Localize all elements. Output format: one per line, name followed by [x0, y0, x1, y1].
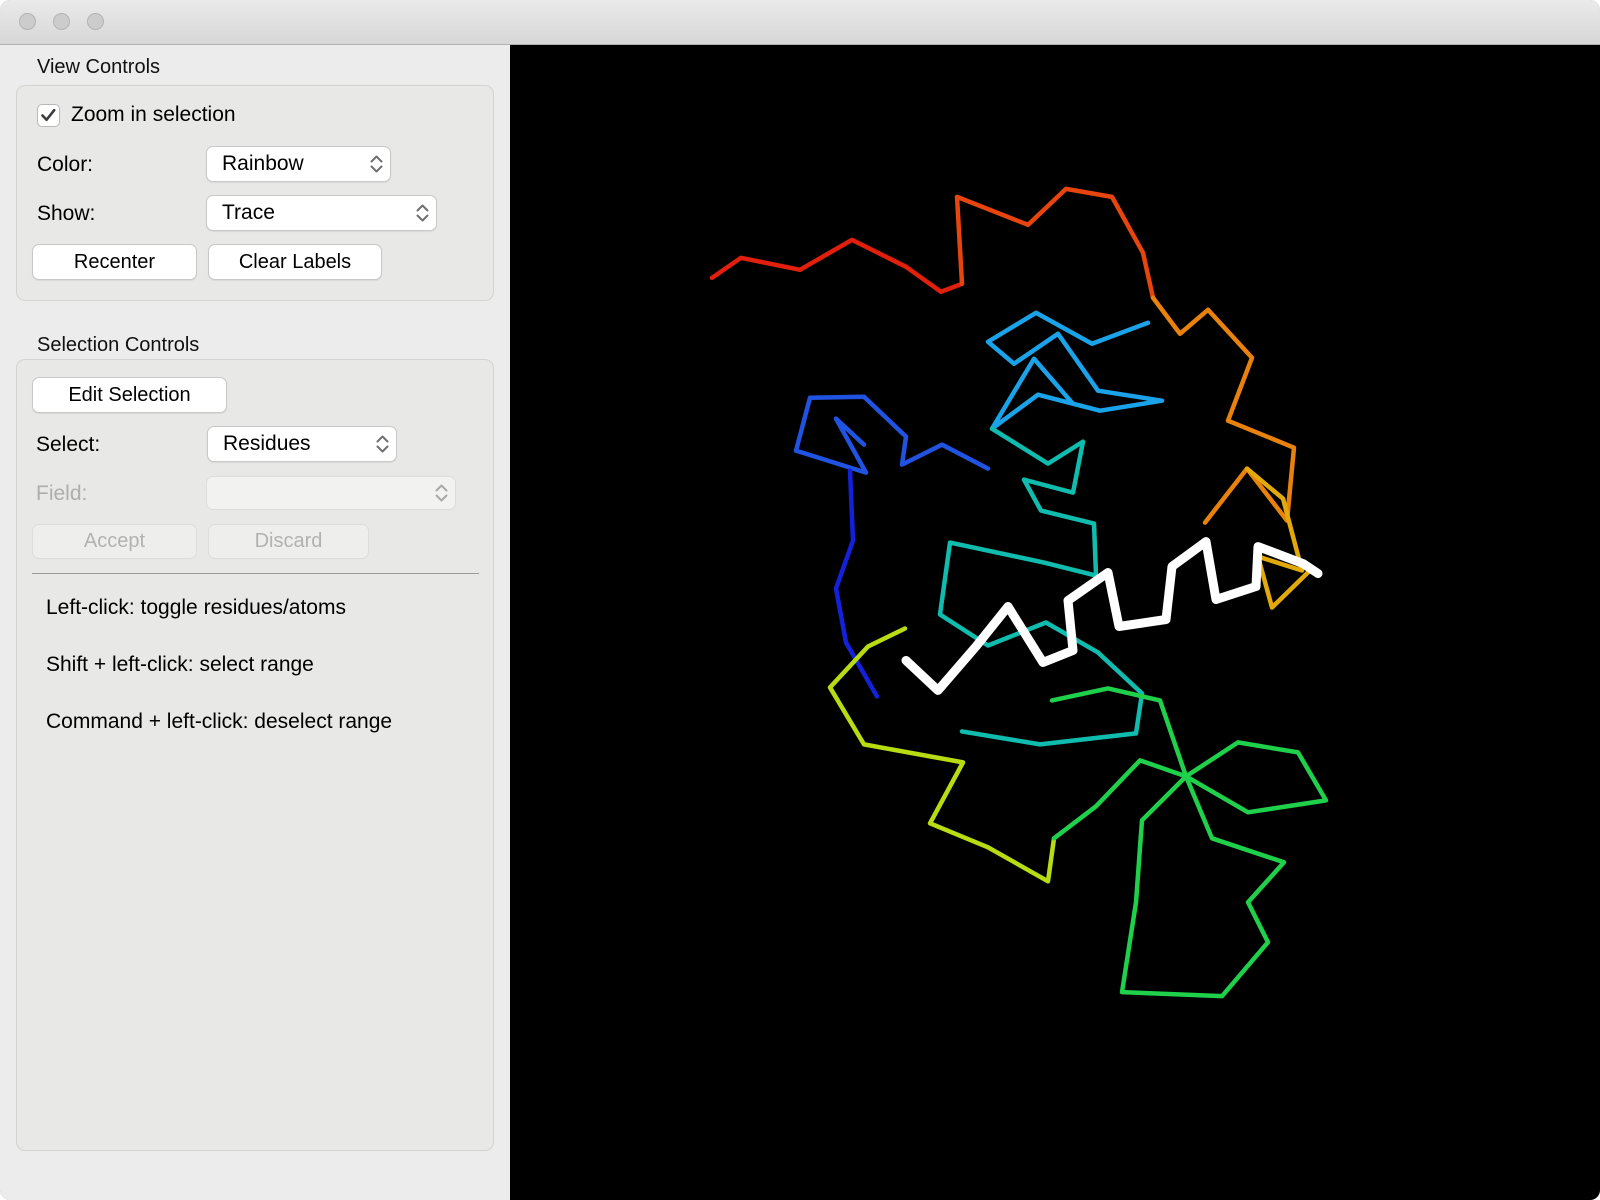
help-line-left-click: Left-click: toggle residues/atoms — [46, 596, 346, 619]
zoom-in-selection-row[interactable]: Zoom in selection — [37, 103, 236, 127]
minimize-button[interactable] — [53, 13, 70, 30]
selection-controls-group: Edit Selection Select: Residues Field: A… — [16, 359, 494, 1151]
discard-button: Discard — [208, 524, 369, 559]
view-controls-heading: View Controls — [37, 56, 161, 78]
chevron-up-down-icon — [408, 204, 436, 222]
trace-segment-red[interactable] — [709, 237, 965, 295]
trace-segment-chartreuse[interactable] — [827, 626, 1057, 884]
divider — [32, 573, 479, 574]
help-line-shift-click: Shift + left-click: select range — [46, 653, 314, 676]
chevron-up-down-icon — [362, 155, 390, 173]
chevron-up-down-icon — [368, 435, 396, 453]
trace-segment-sky-blue[interactable] — [985, 310, 1165, 431]
view-controls-group: Zoom in selection Color: Rainbow Show: T… — [16, 85, 494, 301]
zoom-in-selection-checkbox[interactable] — [37, 103, 60, 127]
select-label: Select: — [36, 433, 101, 456]
selection-controls-heading: Selection Controls — [37, 334, 200, 356]
molecule-canvas[interactable] — [510, 45, 1600, 1200]
title-bar — [0, 0, 1600, 45]
close-button[interactable] — [19, 13, 36, 30]
control-sidebar: View Controls Zoom in selection Color: R… — [0, 45, 510, 1200]
color-dropdown-value: Rainbow — [222, 152, 304, 175]
field-label: Field: — [36, 482, 88, 505]
show-dropdown[interactable]: Trace — [206, 195, 437, 231]
trace-segment-orange-red[interactable] — [954, 186, 1156, 301]
trace-segment-blue[interactable] — [793, 394, 991, 475]
show-label: Show: — [37, 202, 96, 225]
show-dropdown-value: Trace — [222, 201, 275, 224]
trace-segment-green[interactable] — [1049, 686, 1329, 999]
select-dropdown-value: Residues — [223, 432, 311, 455]
color-label: Color: — [37, 153, 94, 176]
clear-labels-button[interactable]: Clear Labels — [208, 244, 382, 280]
color-dropdown[interactable]: Rainbow — [206, 146, 391, 182]
zoom-in-selection-label: Zoom in selection — [71, 103, 236, 126]
field-dropdown — [206, 476, 456, 510]
app-window: View Controls Zoom in selection Color: R… — [0, 0, 1600, 1200]
trace-segment-dark-blue[interactable] — [833, 468, 880, 699]
molecule-viewport[interactable] — [510, 45, 1600, 1200]
recenter-button[interactable]: Recenter — [32, 244, 197, 280]
accept-button: Accept — [32, 524, 197, 559]
checkmark-icon — [41, 108, 56, 121]
zoom-button[interactable] — [87, 13, 104, 30]
chevron-up-down-icon — [427, 484, 455, 502]
edit-selection-button[interactable]: Edit Selection — [32, 377, 227, 413]
select-dropdown[interactable]: Residues — [207, 426, 397, 462]
help-line-command-click: Command + left-click: deselect range — [46, 710, 393, 733]
